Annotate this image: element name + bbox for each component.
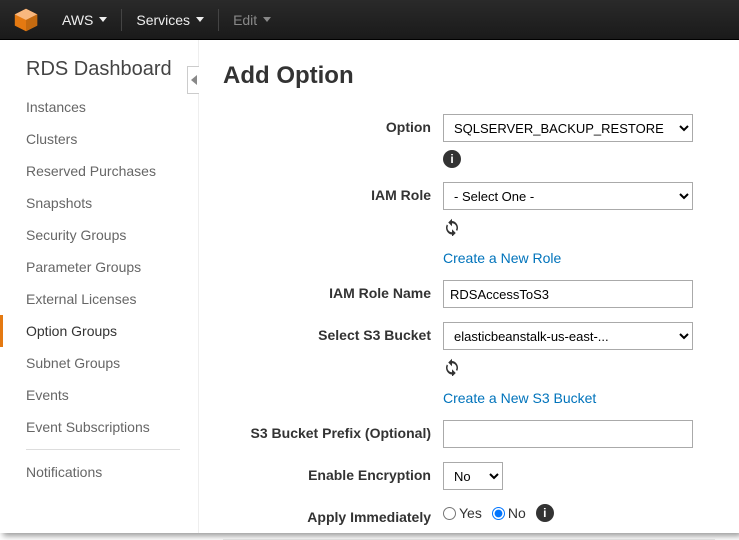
select-iam-role[interactable]: - Select One -	[443, 182, 693, 210]
refresh-icon[interactable]	[443, 218, 461, 236]
aws-logo-icon	[12, 6, 40, 34]
sidebar-item-snapshots[interactable]: Snapshots	[0, 187, 198, 219]
refresh-icon[interactable]	[443, 358, 461, 376]
nav-separator	[218, 9, 219, 31]
radio-apply-no-label: No	[508, 505, 526, 521]
radio-apply-no-wrap[interactable]: No	[492, 505, 526, 521]
sidebar-title: RDS Dashboard	[0, 58, 198, 91]
label-apply-immediately: Apply Immediately	[223, 504, 443, 525]
sidebar-collapse-handle[interactable]	[187, 66, 199, 94]
link-create-s3-bucket[interactable]: Create a New S3 Bucket	[443, 390, 715, 406]
main-container: RDS Dashboard Instances Clusters Reserve…	[0, 40, 739, 533]
link-create-role[interactable]: Create a New Role	[443, 250, 715, 266]
label-s3-bucket: Select S3 Bucket	[223, 322, 443, 343]
sidebar-item-security-groups[interactable]: Security Groups	[0, 219, 198, 251]
row-apply-immediately: Apply Immediately Yes No i	[223, 504, 715, 525]
input-iam-role-name[interactable]	[443, 280, 693, 308]
label-s3-prefix: S3 Bucket Prefix (Optional)	[223, 420, 443, 441]
caret-down-icon	[99, 17, 107, 22]
page-title: Add Option	[223, 62, 715, 90]
row-s3-prefix: S3 Bucket Prefix (Optional)	[223, 420, 715, 448]
caret-down-icon	[263, 17, 271, 22]
label-option: Option	[223, 114, 443, 135]
row-iam-role-name: IAM Role Name	[223, 280, 715, 308]
radio-apply-yes[interactable]	[443, 507, 456, 520]
radio-apply-yes-label: Yes	[459, 505, 482, 521]
nav-services[interactable]: Services	[124, 12, 216, 28]
sidebar-item-parameter-groups[interactable]: Parameter Groups	[0, 251, 198, 283]
sidebar: RDS Dashboard Instances Clusters Reserve…	[0, 40, 198, 533]
input-s3-prefix[interactable]	[443, 420, 693, 448]
info-icon[interactable]: i	[536, 504, 554, 522]
sidebar-item-clusters[interactable]: Clusters	[0, 123, 198, 155]
main-panel: Add Option Option SQLSERVER_BACKUP_RESTO…	[198, 40, 739, 533]
sidebar-item-external-licenses[interactable]: External Licenses	[0, 283, 198, 315]
label-iam-role: IAM Role	[223, 182, 443, 203]
label-iam-role-name: IAM Role Name	[223, 280, 443, 301]
sidebar-divider	[26, 449, 180, 450]
sidebar-item-event-subscriptions[interactable]: Event Subscriptions	[0, 411, 198, 443]
row-option: Option SQLSERVER_BACKUP_RESTORE i	[223, 114, 715, 168]
sidebar-item-subnet-groups[interactable]: Subnet Groups	[0, 347, 198, 379]
row-iam-role: IAM Role - Select One - Create a New Rol…	[223, 182, 715, 266]
nav-aws-label: AWS	[62, 12, 93, 28]
radio-apply-no[interactable]	[492, 507, 505, 520]
sidebar-item-reserved-purchases[interactable]: Reserved Purchases	[0, 155, 198, 187]
select-encryption[interactable]: No	[443, 462, 503, 490]
nav-services-label: Services	[136, 12, 190, 28]
sidebar-item-instances[interactable]: Instances	[0, 91, 198, 123]
label-encryption: Enable Encryption	[223, 462, 443, 483]
sidebar-item-events[interactable]: Events	[0, 379, 198, 411]
top-nav: AWS Services Edit	[0, 0, 739, 40]
nav-separator	[121, 9, 122, 31]
row-s3-bucket: Select S3 Bucket elasticbeanstalk-us-eas…	[223, 322, 715, 406]
nav-aws[interactable]: AWS	[50, 12, 119, 28]
nav-edit[interactable]: Edit	[221, 12, 283, 28]
info-icon[interactable]: i	[443, 150, 461, 168]
row-encryption: Enable Encryption No	[223, 462, 715, 490]
sidebar-item-notifications[interactable]: Notifications	[0, 456, 198, 488]
select-s3-bucket[interactable]: elasticbeanstalk-us-east-...	[443, 322, 693, 350]
select-option[interactable]: SQLSERVER_BACKUP_RESTORE	[443, 114, 693, 142]
nav-edit-label: Edit	[233, 12, 257, 28]
sidebar-item-option-groups[interactable]: Option Groups	[0, 315, 198, 347]
caret-down-icon	[196, 17, 204, 22]
radio-apply-yes-wrap[interactable]: Yes	[443, 505, 482, 521]
